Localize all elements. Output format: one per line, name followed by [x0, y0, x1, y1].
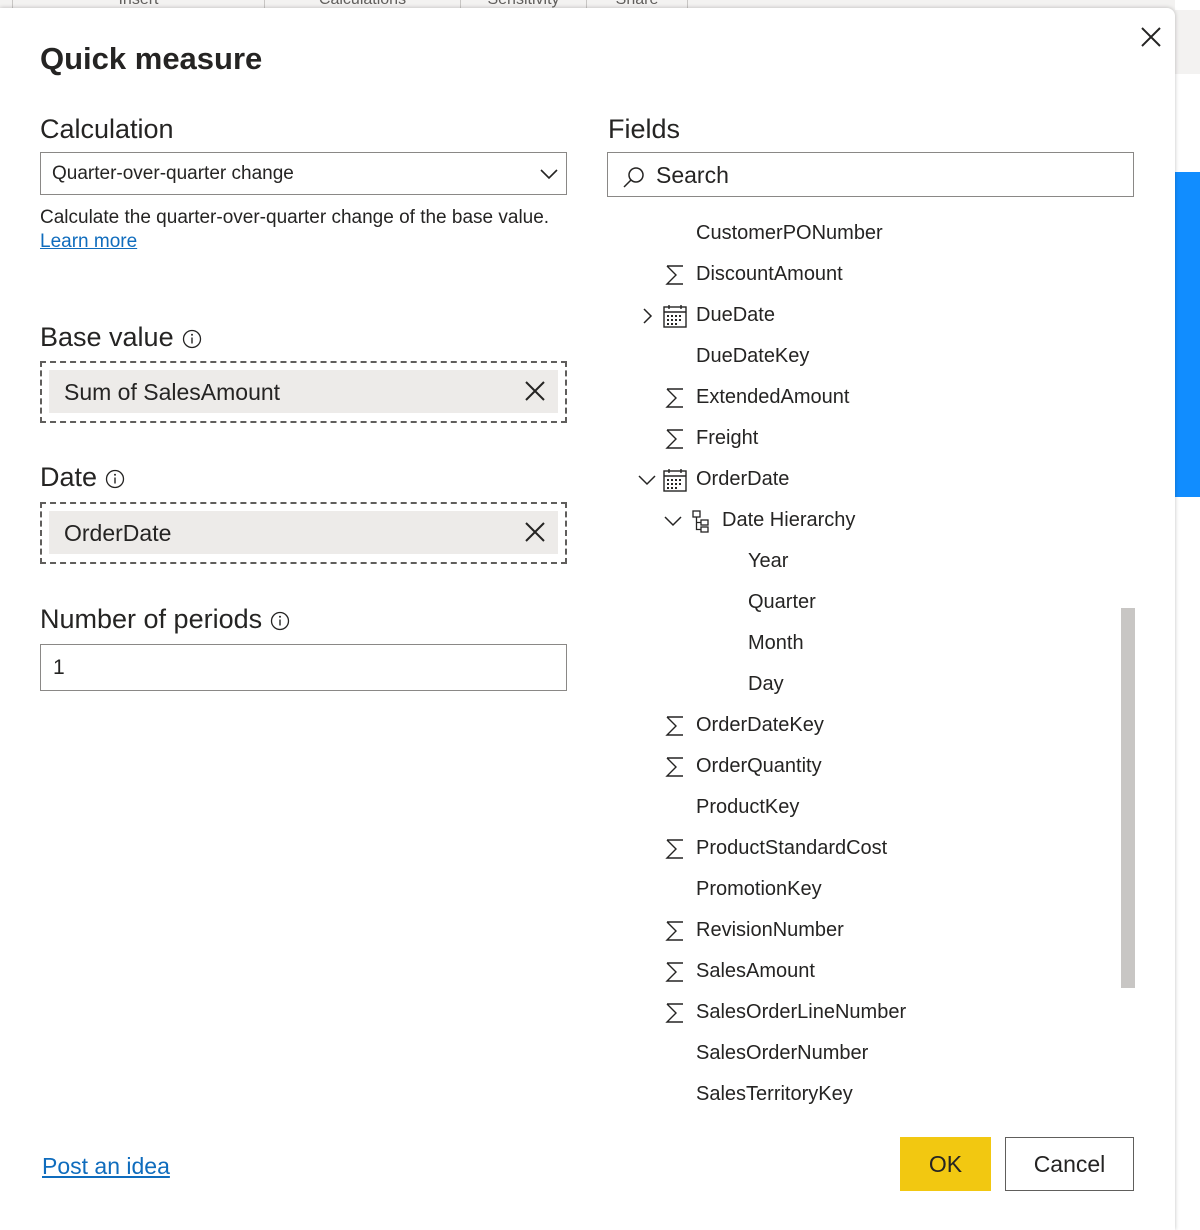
learn-more-link[interactable]: Learn more	[40, 231, 137, 252]
field-item[interactable]: Day	[607, 668, 1107, 702]
date-chip-label: OrderDate	[64, 520, 172, 546]
description-text: Calculate the quarter-over-quarter chang…	[40, 207, 550, 228]
field-item[interactable]: OrderDate	[607, 463, 1107, 497]
background-toolbar	[1175, 10, 1200, 74]
fields-label: Fields	[608, 114, 681, 144]
field-item-label: ExtendedAmount	[696, 386, 850, 408]
field-item[interactable]: CustomerPONumber	[607, 217, 1107, 251]
field-item[interactable]: Quarter	[607, 586, 1107, 620]
calculation-select[interactable]: Quarter-over-quarter change	[40, 152, 567, 195]
close-button[interactable]	[1136, 22, 1166, 52]
field-item-label: DueDateKey	[696, 345, 810, 367]
chevron-down-icon[interactable]	[663, 511, 683, 531]
field-item[interactable]: DiscountAmount	[607, 258, 1107, 292]
date-label-text: Date	[40, 462, 98, 492]
field-item-label: ProductKey	[696, 796, 800, 818]
field-item[interactable]: SalesAmount	[607, 955, 1107, 989]
remove-icon[interactable]	[520, 517, 550, 547]
sigma-icon	[665, 429, 683, 449]
field-item[interactable]: ExtendedAmount	[607, 381, 1107, 415]
field-item[interactable]: OrderQuantity	[607, 750, 1107, 784]
field-item-label: Freight	[696, 427, 759, 449]
remove-icon[interactable]	[520, 376, 550, 406]
sigma-icon	[665, 757, 683, 777]
search-icon	[623, 167, 644, 188]
field-item[interactable]: DueDateKey	[607, 340, 1107, 374]
date-chip[interactable]: OrderDate	[49, 511, 558, 554]
date-well[interactable]: OrderDate	[40, 502, 567, 564]
field-item-label: RevisionNumber	[696, 919, 844, 941]
search-input[interactable]	[656, 159, 1116, 191]
periods-label: Number of periods	[40, 604, 290, 635]
field-item-label: ProductStandardCost	[696, 837, 888, 859]
chevron-down-icon	[540, 169, 558, 180]
ok-button[interactable]: OK	[900, 1137, 991, 1191]
chevron-right-icon[interactable]	[637, 306, 657, 326]
field-item-label: PromotionKey	[696, 878, 822, 900]
calendar-icon	[663, 305, 687, 328]
quick-measure-dialog: Quick measure Calculation Quarter-over-q…	[0, 8, 1175, 1230]
base-value-well[interactable]: Sum of SalesAmount	[40, 361, 567, 423]
info-icon[interactable]	[182, 329, 202, 349]
field-item[interactable]: ProductStandardCost	[607, 832, 1107, 866]
fields-tree: CustomerPONumber DiscountAmount DueDate Due…	[607, 206, 1134, 1118]
post-idea-link[interactable]: Post an idea	[42, 1153, 170, 1180]
field-item-label: SalesOrderNumber	[696, 1042, 869, 1064]
field-item[interactable]: DueDate	[607, 299, 1107, 333]
field-item-label: SalesOrderLineNumber	[696, 1001, 907, 1023]
calculation-label: Calculation	[40, 114, 174, 144]
field-item-label: Day	[748, 673, 784, 695]
dialog-title: Quick measure	[40, 41, 263, 76]
base-value-chip-label: Sum of SalesAmount	[64, 379, 281, 405]
date-label: Date	[40, 462, 125, 493]
field-item-label: Quarter	[748, 591, 816, 613]
field-item[interactable]: SalesTerritoryKey	[607, 1078, 1107, 1112]
calculation-selected-value: Quarter-over-quarter change	[52, 163, 294, 184]
base-value-label-text: Base value	[40, 322, 174, 352]
calendar-icon	[663, 469, 687, 492]
info-icon[interactable]	[105, 469, 125, 489]
base-value-label: Base value	[40, 322, 202, 353]
hierarchy-icon	[692, 510, 709, 533]
fields-search[interactable]	[607, 152, 1134, 197]
cancel-button[interactable]: Cancel	[1005, 1137, 1134, 1191]
sigma-icon	[665, 716, 683, 736]
field-item[interactable]: ProductKey	[607, 791, 1107, 825]
field-item-label: SalesTerritoryKey	[696, 1083, 853, 1105]
info-icon[interactable]	[270, 611, 290, 631]
sigma-icon	[665, 265, 683, 285]
close-icon	[1141, 27, 1161, 47]
field-item[interactable]: RevisionNumber	[607, 914, 1107, 948]
field-item[interactable]: Date Hierarchy	[607, 504, 1107, 538]
sigma-icon	[665, 962, 683, 982]
field-item[interactable]: Month	[607, 627, 1107, 661]
periods-label-text: Number of periods	[40, 604, 263, 634]
field-item-label: CustomerPONumber	[696, 222, 883, 244]
field-item-label: Month	[748, 632, 804, 654]
field-item-label: Date Hierarchy	[722, 509, 856, 531]
sigma-icon	[665, 921, 683, 941]
field-item[interactable]: OrderDateKey	[607, 709, 1107, 743]
field-item-label: OrderDate	[696, 468, 790, 490]
calculation-description: Calculate the quarter-over-quarter chang…	[40, 206, 560, 254]
sigma-icon	[665, 388, 683, 408]
field-item[interactable]: SalesOrderNumber	[607, 1037, 1107, 1071]
sigma-icon	[665, 839, 683, 859]
fields-scrollbar[interactable]	[1121, 608, 1135, 988]
field-item[interactable]: Year	[607, 545, 1107, 579]
field-item[interactable]: PromotionKey	[607, 873, 1107, 907]
background-visual	[1175, 172, 1200, 497]
field-item[interactable]: SalesOrderLineNumber	[607, 996, 1107, 1030]
field-item-label: Year	[748, 550, 789, 572]
field-item-label: DueDate	[696, 304, 775, 326]
field-item-label: OrderQuantity	[696, 755, 822, 777]
field-item[interactable]: Freight	[607, 422, 1107, 456]
base-value-chip[interactable]: Sum of SalesAmount	[49, 370, 558, 413]
field-item-label: DiscountAmount	[696, 263, 843, 285]
chevron-down-icon[interactable]	[637, 470, 657, 490]
field-item-label: OrderDateKey	[696, 714, 824, 736]
sigma-icon	[665, 1003, 683, 1023]
field-item-label: SalesAmount	[696, 960, 815, 982]
periods-input[interactable]	[40, 644, 567, 691]
